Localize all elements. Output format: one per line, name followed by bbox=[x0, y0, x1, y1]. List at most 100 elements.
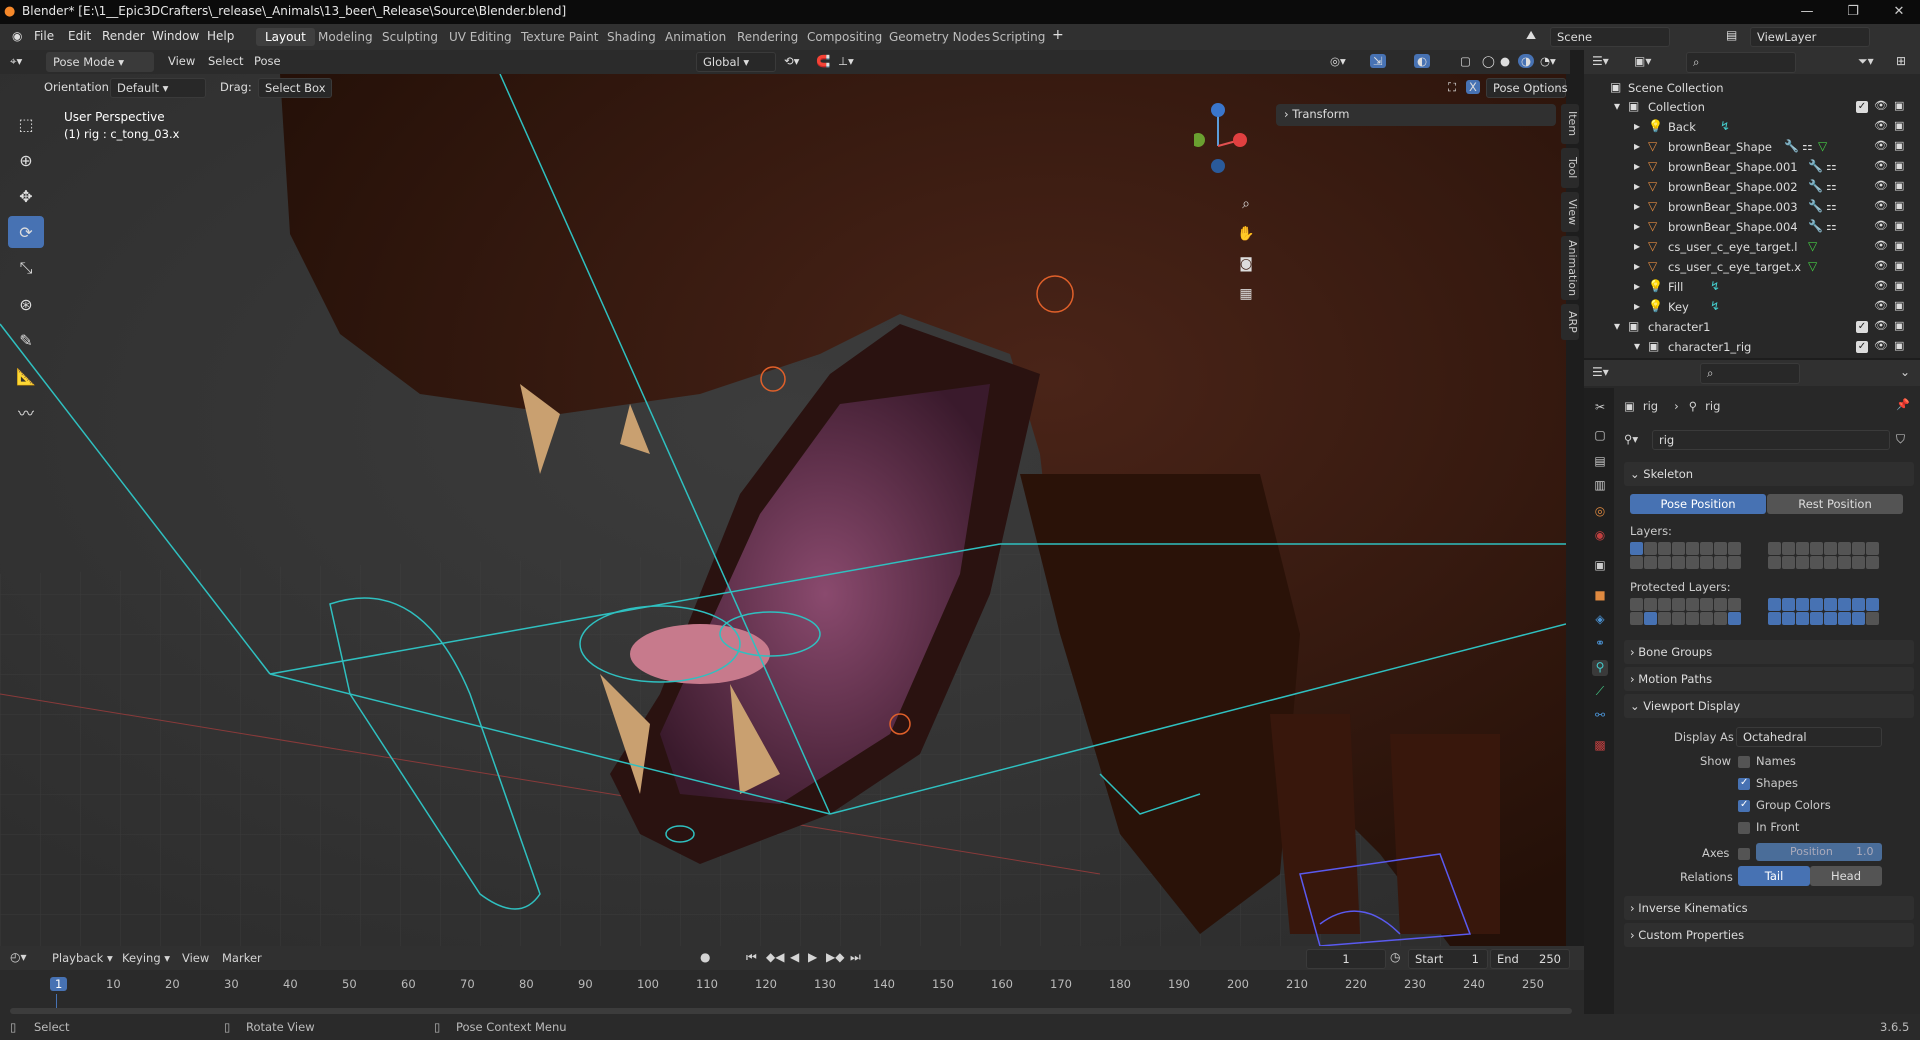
axes-checkbox[interactable] bbox=[1738, 848, 1750, 860]
rotate-tool-icon[interactable]: ⟳ bbox=[8, 216, 44, 248]
menu-render[interactable]: Render bbox=[102, 29, 145, 43]
outliner-row[interactable]: ▾ ▣ character1_rig ✓ 👁 ▣ bbox=[1584, 337, 1920, 357]
outliner-row[interactable]: ▸ ▽ brownBear_Shape.001 🔧 ⚏ 👁 ▣ bbox=[1584, 157, 1920, 177]
expand-right-icon[interactable]: ▸ bbox=[1634, 299, 1640, 313]
side-tab-view[interactable]: View bbox=[1561, 192, 1579, 232]
blender-menu-icon[interactable]: ◉ bbox=[12, 29, 22, 43]
menu-select[interactable]: Select bbox=[208, 54, 243, 68]
marker-menu[interactable]: Marker bbox=[222, 951, 262, 965]
tab-compositing[interactable]: Compositing bbox=[798, 28, 891, 46]
outliner-row-scene-collection[interactable]: ▣ Scene Collection bbox=[1584, 78, 1920, 98]
section-motion-paths[interactable]: › Motion Paths bbox=[1624, 667, 1914, 691]
eye-icon[interactable]: 👁 bbox=[1874, 239, 1888, 252]
orientation-dropdown[interactable]: Default ▾ bbox=[110, 78, 206, 98]
camera-icon[interactable]: ▣ bbox=[1894, 279, 1904, 292]
bone-constraints-tab-icon[interactable]: ⚯ bbox=[1592, 708, 1608, 724]
start-frame-field[interactable]: Start 1 bbox=[1408, 949, 1488, 969]
physics-tab-icon[interactable]: ◈ bbox=[1592, 612, 1608, 628]
menu-window[interactable]: Window bbox=[152, 29, 199, 43]
outliner-row[interactable]: ▸ ▽ cs_user_c_eye_target.x ▽ 👁 ▣ bbox=[1584, 257, 1920, 277]
options-icon[interactable]: ⛶ bbox=[1448, 80, 1456, 95]
menu-pose[interactable]: Pose bbox=[254, 54, 281, 68]
names-checkbox[interactable] bbox=[1738, 756, 1750, 768]
close-button[interactable]: ✕ bbox=[1876, 0, 1920, 24]
orthographic-grid-icon[interactable]: ▦ bbox=[1234, 286, 1258, 302]
camera-icon[interactable]: ▣ bbox=[1894, 319, 1904, 332]
camera-icon[interactable]: ▣ bbox=[1894, 339, 1904, 352]
jump-start-icon[interactable]: ⏮ bbox=[746, 950, 757, 965]
select-box-tool-icon[interactable]: ⬚ bbox=[8, 108, 44, 140]
scene-tab-icon[interactable]: ◎ bbox=[1592, 504, 1608, 520]
jump-end-icon[interactable]: ⏭ bbox=[850, 950, 861, 965]
side-tab-animation[interactable]: Animation bbox=[1561, 236, 1579, 300]
exclude-checkbox[interactable]: ✓ bbox=[1856, 341, 1868, 353]
drag-dropdown[interactable]: Select Box bbox=[258, 78, 332, 98]
tab-rendering[interactable]: Rendering bbox=[728, 28, 807, 46]
bone-relax-tool-icon[interactable]: 〰 bbox=[8, 396, 44, 428]
constraints-tab-icon[interactable]: ⚭ bbox=[1592, 636, 1608, 652]
outliner-editor-icon[interactable]: ☰▾ bbox=[1592, 54, 1609, 68]
tab-sculpting[interactable]: Sculpting bbox=[373, 28, 447, 46]
section-custom-properties[interactable]: › Custom Properties bbox=[1624, 923, 1914, 947]
outliner-search-input[interactable]: ⌕ bbox=[1686, 52, 1796, 73]
side-tab-tool[interactable]: Tool bbox=[1561, 148, 1579, 188]
expand-right-icon[interactable]: ▸ bbox=[1634, 239, 1640, 253]
render-tab-icon[interactable]: ▢ bbox=[1592, 428, 1608, 444]
minimize-button[interactable]: — bbox=[1784, 0, 1830, 24]
camera-icon[interactable]: ▣ bbox=[1894, 159, 1904, 172]
chevron-down-icon[interactable]: ⌄ bbox=[1900, 365, 1910, 379]
armature-data-name-field[interactable]: rig bbox=[1652, 430, 1890, 450]
transform-tool-icon[interactable]: ⊛ bbox=[8, 288, 44, 320]
pose-position-button[interactable]: Pose Position bbox=[1630, 494, 1766, 514]
timeline-editor-icon[interactable]: ◴▾ bbox=[10, 950, 27, 964]
expand-right-icon[interactable]: ▸ bbox=[1634, 259, 1640, 273]
properties-search-input[interactable]: ⌕ bbox=[1700, 363, 1800, 384]
eye-icon[interactable]: 👁 bbox=[1874, 179, 1888, 192]
tab-shading[interactable]: Shading bbox=[598, 28, 665, 46]
tab-texture-paint[interactable]: Texture Paint bbox=[512, 28, 607, 46]
expand-right-icon[interactable]: ▸ bbox=[1634, 179, 1640, 193]
xray-icon[interactable]: ▢ bbox=[1460, 54, 1471, 68]
pivot-point-icon[interactable]: ⟲▾ bbox=[784, 54, 799, 68]
gizmo-toggle-icon[interactable]: ⇲ bbox=[1370, 54, 1386, 68]
outliner-row[interactable]: ▸ 💡 Fill ↯ 👁 ▣ bbox=[1584, 277, 1920, 297]
camera-icon[interactable]: ▣ bbox=[1894, 299, 1904, 312]
view-layer-tab-icon[interactable]: ▥ bbox=[1592, 478, 1608, 494]
camera-icon[interactable]: ▣ bbox=[1894, 239, 1904, 252]
jump-keyframe-forward-icon[interactable]: ▶◆ bbox=[826, 950, 844, 964]
protected-layers-grid-1[interactable] bbox=[1630, 598, 1741, 625]
tab-geometry-nodes[interactable]: Geometry Nodes bbox=[880, 28, 999, 46]
layers-grid-1[interactable] bbox=[1630, 542, 1741, 569]
eye-icon[interactable]: 👁 bbox=[1874, 219, 1888, 232]
measure-tool-icon[interactable]: 📐 bbox=[8, 360, 44, 392]
fake-user-shield-icon[interactable]: ⛉ bbox=[1896, 432, 1905, 447]
zoom-icon[interactable]: ⌕ bbox=[1234, 196, 1258, 212]
outliner-row[interactable]: ▸ 💡 Back ↯ 👁 ▣ bbox=[1584, 117, 1920, 137]
eye-icon[interactable]: 👁 bbox=[1874, 99, 1888, 112]
editor-type-icon[interactable]: ⌖▾ bbox=[10, 54, 22, 69]
playback-menu[interactable]: Playback ▾ bbox=[52, 951, 113, 965]
expand-down-icon[interactable]: ▾ bbox=[1634, 339, 1640, 353]
auto-keying-record-icon[interactable]: ● bbox=[700, 950, 710, 964]
bone-tab-icon[interactable]: ⟋ bbox=[1592, 684, 1608, 700]
transform-panel-header[interactable]: › Transform bbox=[1276, 104, 1556, 126]
camera-icon[interactable]: ▣ bbox=[1894, 179, 1904, 192]
in-front-checkbox[interactable] bbox=[1738, 822, 1750, 834]
expand-right-icon[interactable]: ▸ bbox=[1634, 159, 1640, 173]
wireframe-shading-icon[interactable]: ◯ bbox=[1482, 54, 1495, 68]
snap-icon[interactable]: 🧲 bbox=[816, 54, 830, 68]
protected-layers-grid-2[interactable] bbox=[1768, 598, 1879, 625]
output-tab-icon[interactable]: ▤ bbox=[1592, 454, 1608, 470]
display-as-dropdown[interactable]: Octahedral bbox=[1736, 727, 1882, 747]
outliner-row[interactable]: ▾ ▣ character1 ✓ 👁 ▣ bbox=[1584, 317, 1920, 337]
camera-icon[interactable]: ▣ bbox=[1894, 139, 1904, 152]
solid-shading-icon[interactable]: ● bbox=[1500, 54, 1510, 68]
new-collection-icon[interactable]: ⊞ bbox=[1896, 54, 1906, 68]
jump-keyframe-back-icon[interactable]: ◆◀ bbox=[766, 950, 784, 964]
side-tab-arp[interactable]: ARP bbox=[1561, 304, 1579, 340]
pin-icon[interactable]: 📌 bbox=[1896, 398, 1910, 411]
x-mirror-icon[interactable]: X bbox=[1466, 80, 1480, 94]
section-inverse-kinematics[interactable]: › Inverse Kinematics bbox=[1624, 896, 1914, 920]
eye-icon[interactable]: 👁 bbox=[1874, 259, 1888, 272]
world-tab-icon[interactable]: ◉ bbox=[1592, 528, 1608, 544]
